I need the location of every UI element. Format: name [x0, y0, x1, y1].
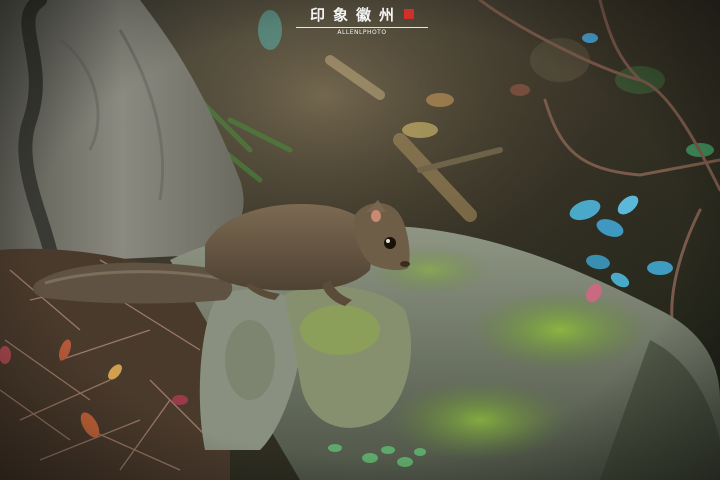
- watermark-subtitle: ALLENLPHOTO: [337, 29, 387, 36]
- watermark-title: 印象徽州: [309, 6, 402, 24]
- photo-artwork: [0, 0, 720, 480]
- watermark: 印象徽州 ALLENLPHOTO: [292, 4, 432, 36]
- seal-icon: [404, 9, 414, 19]
- photo-scene: 印象徽州 ALLENLPHOTO: [0, 0, 720, 480]
- watermark-rule: [296, 27, 428, 28]
